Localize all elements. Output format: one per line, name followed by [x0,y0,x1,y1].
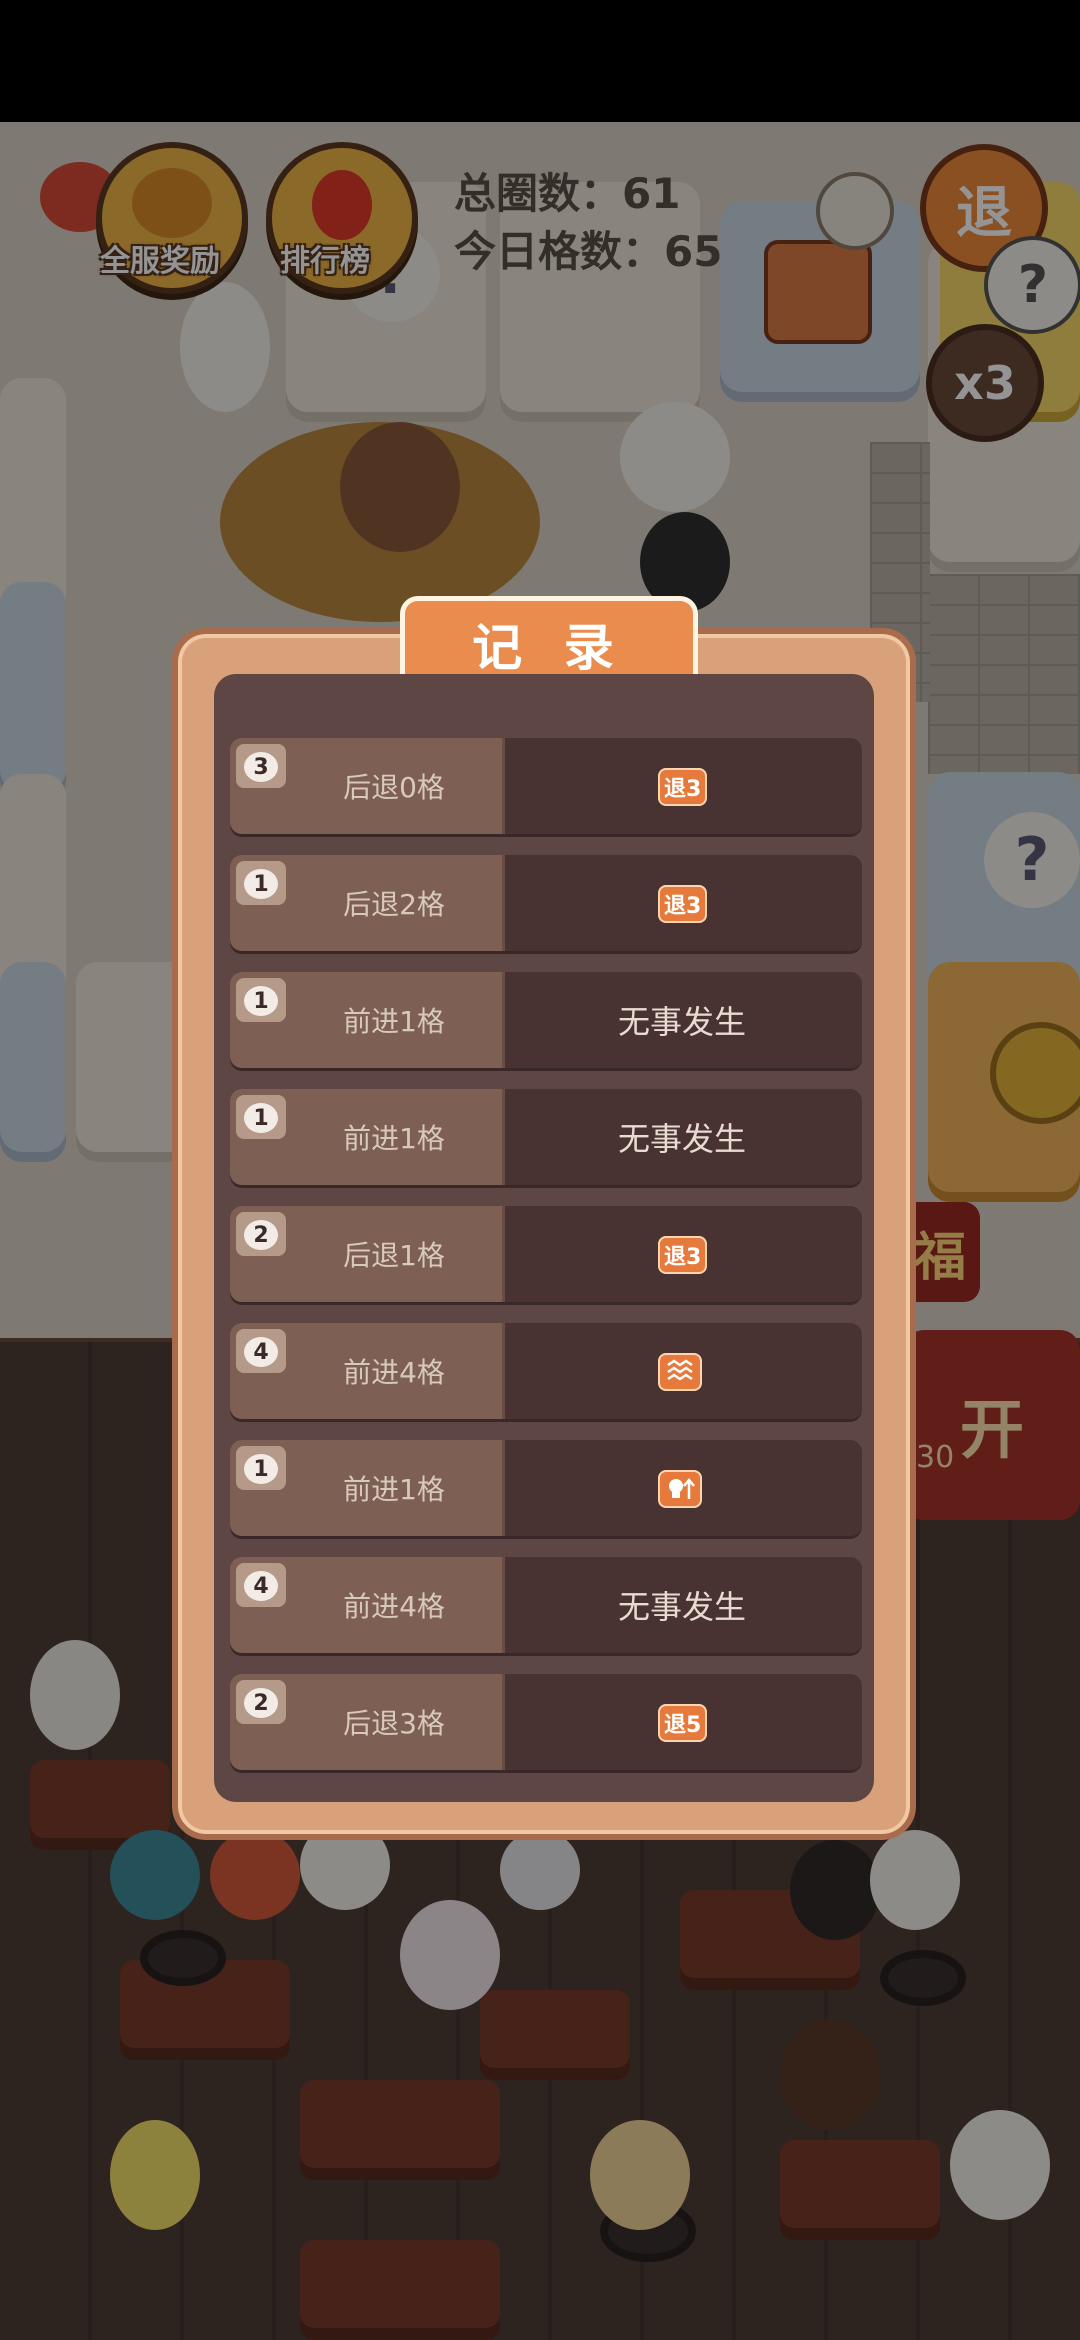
dice-value: 4 [244,1571,278,1601]
dice-value: 1 [244,1454,278,1484]
record-move-text: 前进1格 [343,1122,445,1155]
record-row: 1 前进1格 无事发生 [230,972,862,1071]
record-move-cell: 1 前进1格 [230,1089,505,1185]
dice-icon: 4 [236,1563,286,1607]
dice-value: 1 [244,986,278,1016]
dice-value: 1 [244,1103,278,1133]
dice-icon: 1 [236,861,286,905]
dice-icon: 1 [236,1095,286,1139]
retreat-badge: 退5 [658,1704,708,1742]
record-result-text: 无事发生 [617,1120,746,1158]
dice-icon: 4 [236,1329,286,1373]
record-move-text: 前进4格 [343,1356,445,1389]
record-modal: 记 录 3 后退0格 退3 1 后退2格 退3 1 前进1格 无事发生 1 前进1格 无事发生 2 后退1… [172,596,916,1840]
record-row: 1 前进1格 无事发生 [230,1089,862,1188]
dice-value: 1 [244,869,278,899]
record-move-cell: 2 后退1格 [230,1206,505,1302]
record-row: 2 后退3格 退5 [230,1674,862,1773]
record-move-cell: 2 后退3格 [230,1674,505,1770]
retreat-badge: 退3 [658,1236,708,1274]
dice-value: 2 [244,1688,278,1718]
record-move-cell: 1 后退2格 [230,855,505,951]
record-row: 2 后退1格 退3 [230,1206,862,1305]
record-move-cell: 4 前进4格 [230,1323,505,1419]
record-move-text: 前进4格 [343,1590,445,1623]
dice-icon: 1 [236,978,286,1022]
wave-icon [658,1353,702,1391]
record-move-text: 后退0格 [343,771,445,804]
record-result-text: 无事发生 [617,1003,746,1041]
dice-value: 2 [244,1220,278,1250]
record-move-text: 前进1格 [343,1473,445,1506]
record-move-text: 后退1格 [343,1239,445,1272]
record-move-cell: 3 后退0格 [230,738,505,834]
record-move-cell: 1 前进1格 [230,1440,505,1536]
retreat-badge: 退3 [658,885,708,923]
record-row: 4 前进4格 [230,1323,862,1422]
skull-up-icon [658,1470,702,1508]
record-row: 1 后退2格 退3 [230,855,862,954]
dice-icon: 2 [236,1212,286,1256]
dice-icon: 2 [236,1680,286,1724]
record-row: 1 前进1格 [230,1440,862,1539]
record-move-cell: 4 前进4格 [230,1557,505,1653]
dice-value: 3 [244,752,278,782]
dice-value: 4 [244,1337,278,1367]
game-scene: ? ? 福 开 30 全服奖励 排行榜 总圈数：61 今日格数：65 退 [0,0,1080,2340]
status-bar [0,0,1080,122]
record-move-cell: 1 前进1格 [230,972,505,1068]
dice-icon: 1 [236,1446,286,1490]
retreat-badge: 退3 [658,768,708,806]
record-move-text: 前进1格 [343,1005,445,1038]
record-result-text: 无事发生 [617,1588,746,1626]
record-row: 4 前进4格 无事发生 [230,1557,862,1656]
record-move-text: 后退3格 [343,1707,445,1740]
record-move-text: 后退2格 [343,888,445,921]
record-row: 3 后退0格 退3 [230,738,862,837]
dice-icon: 3 [236,744,286,788]
